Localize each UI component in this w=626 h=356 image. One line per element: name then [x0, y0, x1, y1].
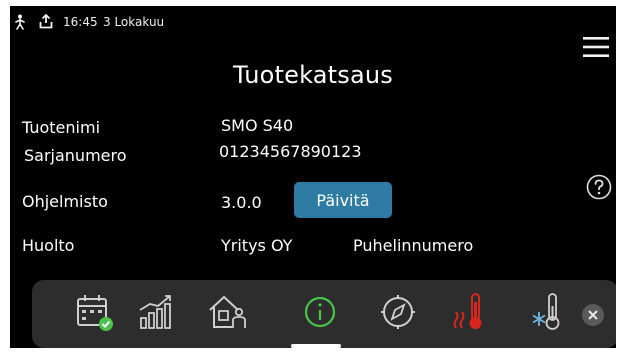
- house-person-icon[interactable]: [206, 290, 250, 334]
- serial-number-value: 01234567890123: [215, 142, 403, 161]
- person-walking-icon: [15, 14, 25, 30]
- software-label: Ohjelmisto: [22, 192, 108, 211]
- menu-icon[interactable]: [582, 35, 610, 59]
- service-company-value: Yritys OY: [221, 236, 293, 255]
- upload-tray-icon: [39, 14, 53, 29]
- device-screen: 16:45 3 Lokakuu Tuotekatsaus Tuotenimi S…: [10, 6, 616, 348]
- service-phone-value: Puhelinnumero: [353, 236, 474, 255]
- product-name-value: SMO S40: [221, 116, 294, 135]
- product-name-label: Tuotenimi: [22, 118, 101, 137]
- compass-icon[interactable]: [376, 290, 420, 334]
- service-label: Huolto: [22, 236, 75, 255]
- thermometer-cool-icon[interactable]: [526, 290, 570, 334]
- help-icon[interactable]: [586, 174, 612, 200]
- software-version-value: 3.0.0: [221, 193, 262, 212]
- info-icon[interactable]: [298, 290, 342, 334]
- thermometer-heat-icon[interactable]: [448, 290, 492, 334]
- calendar-check-icon[interactable]: [72, 290, 116, 334]
- home-indicator[interactable]: [291, 344, 341, 348]
- bar-chart-icon[interactable]: [134, 290, 178, 334]
- serial-number-label: Sarjanumero: [24, 146, 127, 165]
- status-time: 16:45: [63, 15, 98, 29]
- update-button[interactable]: Päivitä: [294, 182, 392, 218]
- close-icon[interactable]: [582, 304, 604, 326]
- status-date: 3 Lokakuu: [103, 15, 165, 29]
- page-title: Tuotekatsaus: [232, 61, 393, 89]
- bottom-dock: [32, 280, 616, 348]
